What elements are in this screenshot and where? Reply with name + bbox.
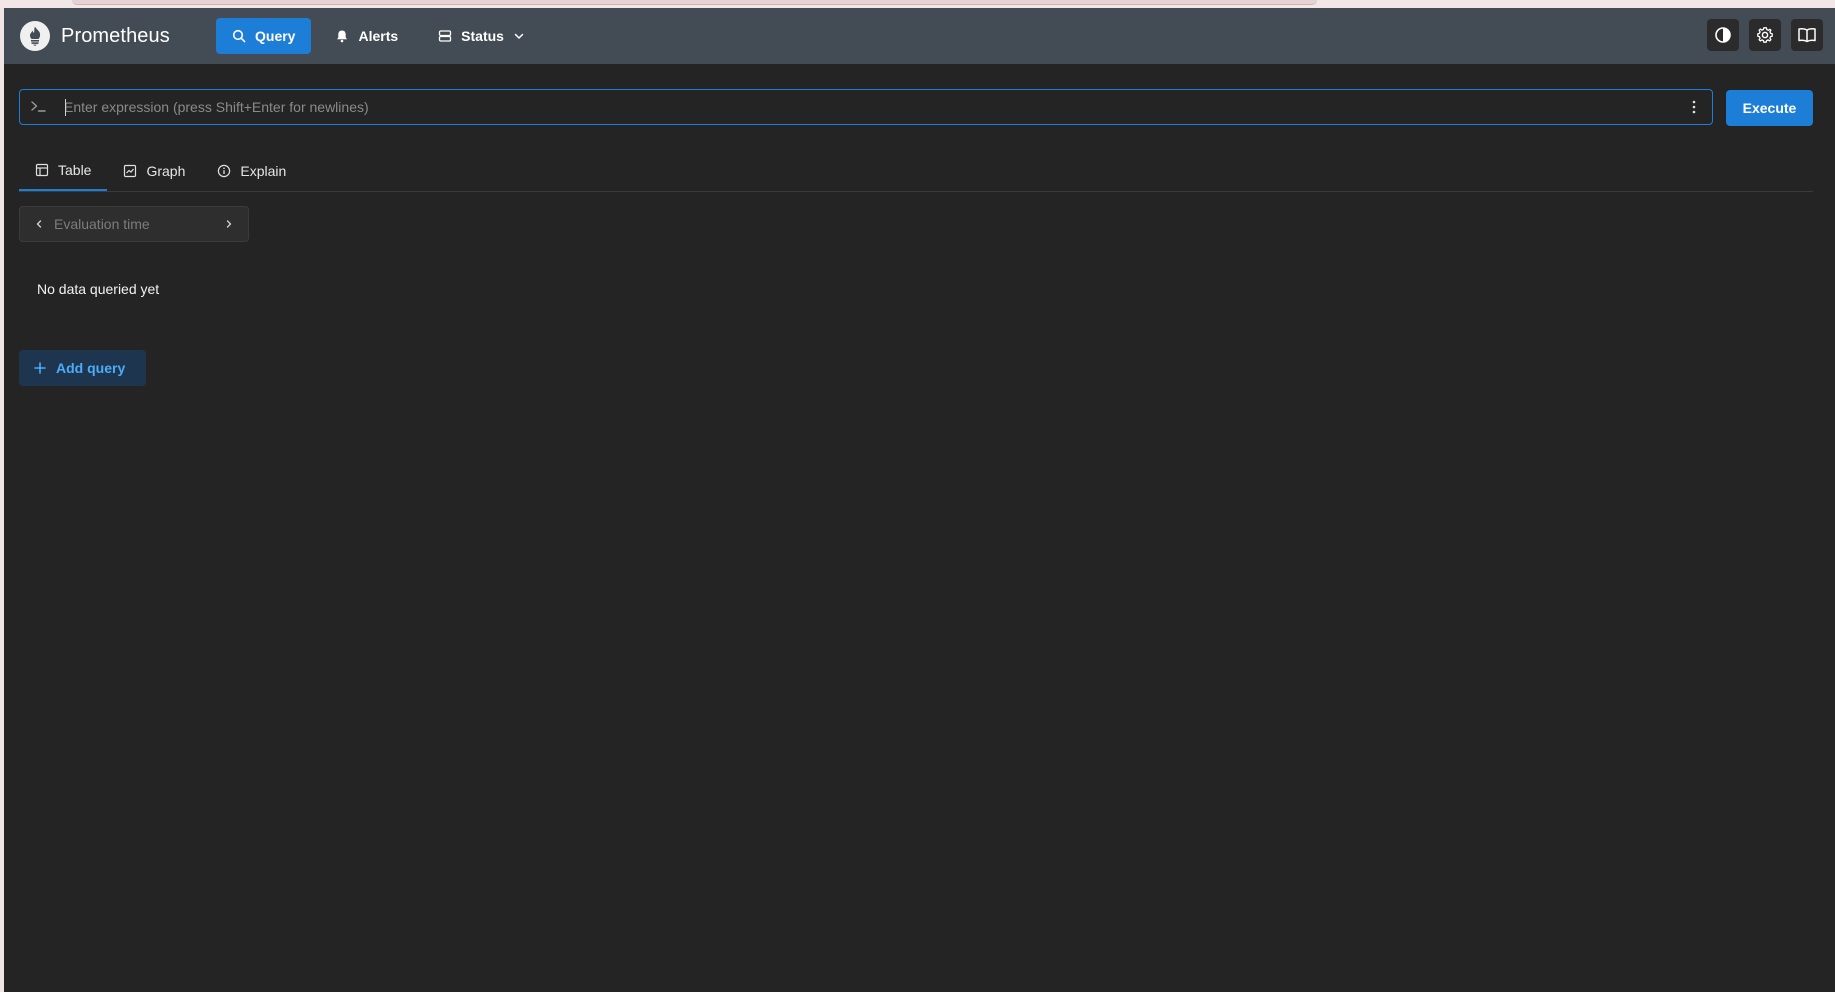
- main-nav: Query Alerts Status: [216, 18, 549, 54]
- chevron-down-icon: [513, 30, 525, 42]
- view-tabs: Table Graph Explain: [19, 151, 1813, 192]
- browser-tab-strip: [72, 0, 1317, 5]
- graph-icon: [123, 164, 137, 178]
- nav-status-label: Status: [461, 28, 504, 44]
- nav-status[interactable]: Status: [422, 18, 541, 54]
- server-icon: [438, 29, 452, 43]
- app-name: Prometheus: [61, 24, 170, 47]
- top-navbar: Prometheus Query Alerts Status: [4, 8, 1835, 64]
- gear-icon: [1756, 26, 1774, 44]
- evaluation-time-picker: [19, 206, 249, 242]
- empty-state-message: No data queried yet: [37, 281, 160, 297]
- terminal-prompt-icon: [30, 99, 48, 120]
- book-icon: [1797, 26, 1817, 44]
- nav-query-label: Query: [255, 28, 296, 44]
- nav-alerts[interactable]: Alerts: [319, 18, 414, 54]
- chevron-left-icon[interactable]: [31, 216, 47, 232]
- plus-icon: [34, 362, 46, 374]
- browser-top-strip: [0, 0, 1835, 8]
- docs-button[interactable]: [1791, 19, 1823, 51]
- app-window: Prometheus Query Alerts Status Enter exp…: [4, 8, 1835, 992]
- nav-alerts-label: Alerts: [358, 28, 399, 44]
- brand[interactable]: Prometheus: [20, 20, 170, 52]
- add-query-button[interactable]: Add query: [19, 350, 146, 386]
- expression-input[interactable]: [64, 90, 1664, 124]
- settings-button[interactable]: [1749, 19, 1781, 51]
- expression-box: [19, 89, 1713, 125]
- evaluation-time-input[interactable]: [54, 207, 214, 241]
- more-vertical-icon[interactable]: [1686, 99, 1702, 115]
- tab-graph-label: Graph: [146, 162, 186, 179]
- chevron-right-icon[interactable]: [221, 216, 237, 232]
- nav-query[interactable]: Query: [216, 18, 312, 54]
- add-query-label: Add query: [56, 360, 126, 376]
- execute-button[interactable]: Execute: [1726, 90, 1813, 126]
- tab-graph[interactable]: Graph: [107, 151, 201, 190]
- header-actions: [1697, 19, 1823, 51]
- bell-icon: [335, 29, 349, 43]
- tab-table-label: Table: [58, 162, 92, 178]
- text-caret: [65, 99, 66, 116]
- table-icon: [35, 163, 49, 177]
- tab-table[interactable]: Table: [19, 151, 108, 191]
- theme-contrast-icon: [1714, 26, 1732, 44]
- info-icon: [217, 164, 231, 178]
- tab-explain[interactable]: Explain: [201, 151, 302, 190]
- tab-explain-label: Explain: [240, 162, 287, 179]
- prometheus-flame-icon: [20, 21, 50, 51]
- search-icon: [232, 29, 246, 43]
- theme-toggle-button[interactable]: [1707, 19, 1739, 51]
